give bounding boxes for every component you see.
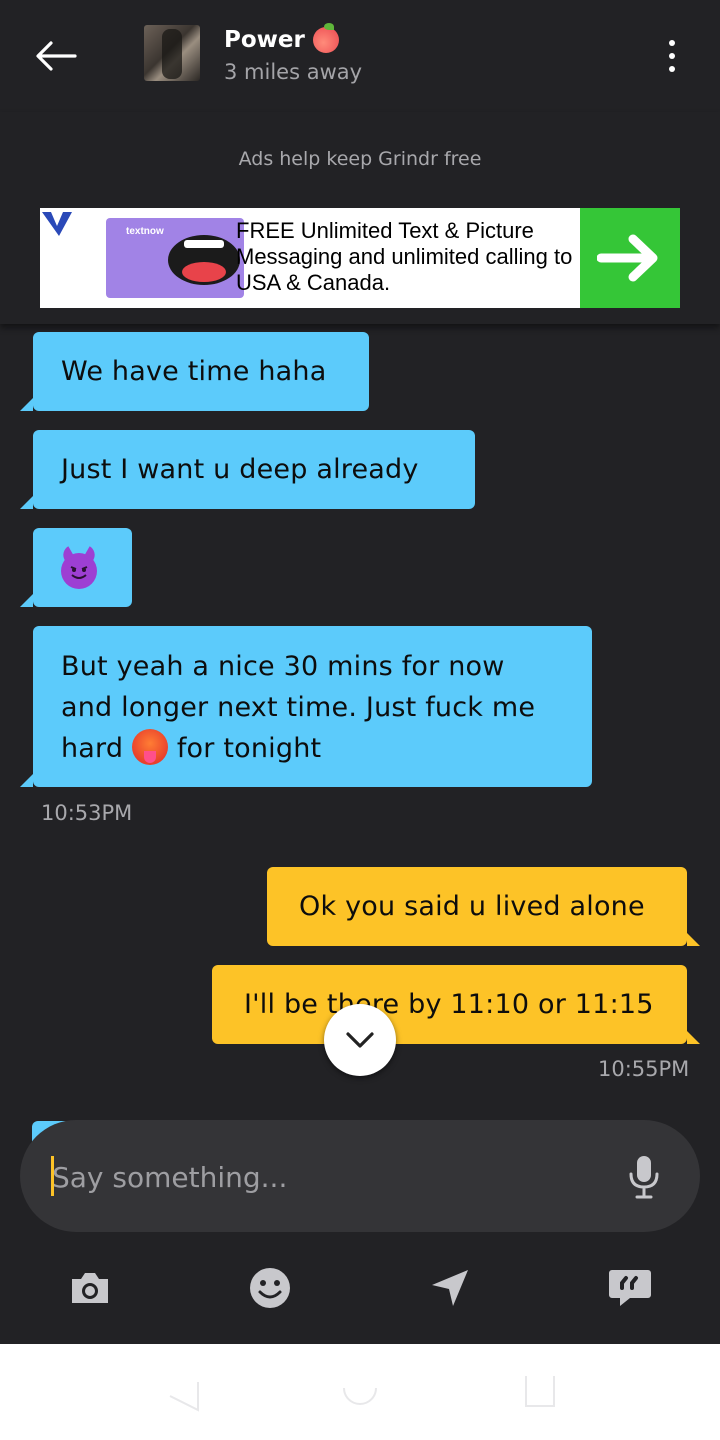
ad-logo-icon	[42, 212, 72, 236]
more-options-icon[interactable]	[652, 30, 692, 82]
profile-avatar[interactable]	[144, 25, 200, 81]
scroll-to-bottom-button[interactable]	[324, 1004, 396, 1076]
ad-area: Ads help keep Grindr free textnow FREE U…	[0, 112, 720, 324]
nav-back-icon[interactable]	[150, 1368, 210, 1416]
camera-icon[interactable]	[60, 1262, 120, 1314]
text-caret	[51, 1156, 54, 1196]
ad-image: textnow	[106, 218, 244, 298]
chat-toolbar	[0, 1232, 720, 1344]
location-icon[interactable]	[420, 1262, 480, 1314]
ad-banner[interactable]: textnow FREE Unlimited Text & Picture Me…	[40, 208, 680, 308]
ad-text: FREE Unlimited Text & Picture Messaging …	[236, 218, 573, 295]
profile-distance: 3 miles away	[224, 60, 363, 84]
ad-cta-button[interactable]	[580, 208, 680, 308]
chat-header: Power 3 miles away	[0, 0, 720, 112]
message-bubble[interactable]: But yeah a nice 30 mins for now and long…	[20, 626, 592, 787]
emoji-icon[interactable]	[240, 1262, 300, 1314]
microphone-icon[interactable]	[622, 1152, 666, 1202]
message-input[interactable]	[52, 1150, 612, 1204]
message-bubble[interactable]: We have time haha	[20, 332, 369, 411]
ad-caption: Ads help keep Grindr free	[238, 148, 482, 170]
chevron-down-icon	[346, 1032, 374, 1048]
nav-recents-icon[interactable]	[510, 1368, 570, 1416]
peach-icon	[312, 23, 339, 53]
message-timestamp: 10:53PM	[41, 801, 133, 825]
hot-face-icon	[132, 728, 169, 765]
message-bubble[interactable]	[20, 528, 132, 607]
profile-name-row[interactable]: Power	[224, 23, 339, 53]
message-bubble[interactable]: Just I want u deep already	[20, 430, 475, 509]
message-bubble[interactable]: Ok you said u lived alone	[267, 867, 700, 946]
profile-name: Power	[224, 27, 305, 53]
smiling-imp-icon	[61, 552, 97, 589]
arrow-right-icon	[597, 234, 658, 282]
message-timestamp: 10:55PM	[598, 1057, 690, 1081]
nav-home-icon[interactable]	[330, 1368, 390, 1416]
message-text: for tonight	[176, 733, 322, 764]
message-bubble[interactable]: I'll be there by 11:10 or 11:15	[212, 965, 700, 1044]
back-arrow-icon[interactable]	[32, 32, 80, 80]
saved-phrases-icon[interactable]	[600, 1262, 660, 1314]
system-navigation-bar	[0, 1344, 720, 1440]
